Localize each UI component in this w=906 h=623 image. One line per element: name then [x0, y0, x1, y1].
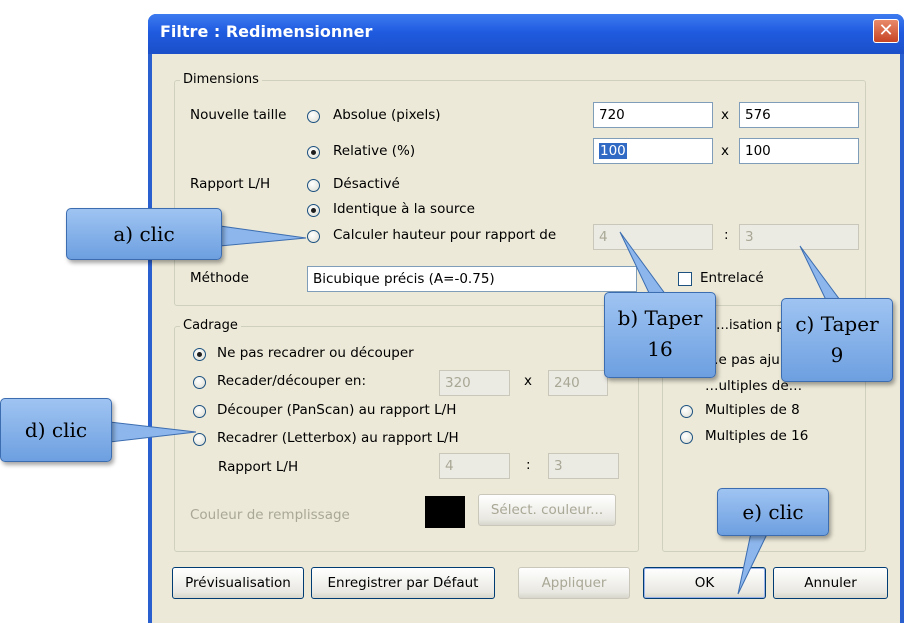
callout-c-line2: 9 [830, 343, 844, 367]
callout-a-pointer [219, 225, 307, 247]
callout-b-pointer [619, 231, 667, 296]
callout-e-text: e) clic [742, 500, 804, 524]
callout-e: e) clic [717, 488, 829, 536]
callout-b-line1: b) Taper [617, 306, 703, 330]
callout-d-pointer [109, 421, 197, 443]
callout-e-pointer [737, 527, 771, 595]
callout-b: b) Taper 16 [604, 292, 716, 378]
callout-c-line1: c) Taper [795, 312, 879, 336]
callout-b-line2: 16 [647, 337, 673, 361]
callout-a: a) clic [66, 208, 222, 260]
callout-d-text: d) clic [24, 418, 88, 442]
callout-c: c) Taper 9 [781, 298, 893, 382]
callout-c-pointer [799, 245, 841, 301]
callout-a-text: a) clic [113, 222, 175, 246]
callout-d: d) clic [0, 398, 112, 462]
